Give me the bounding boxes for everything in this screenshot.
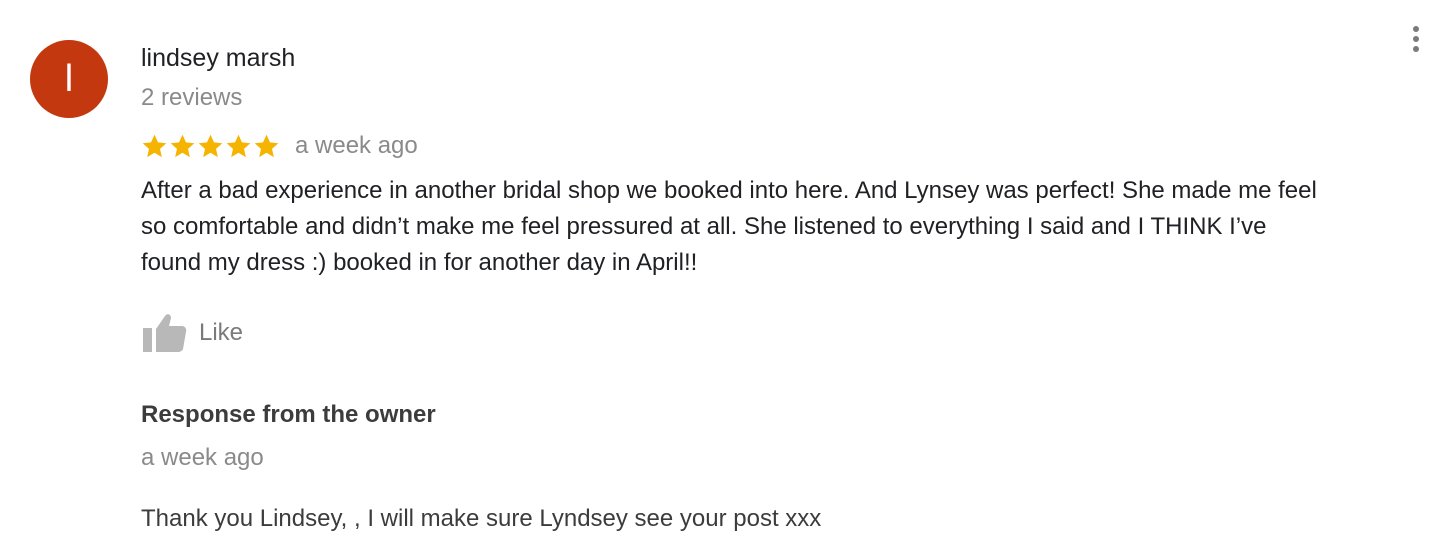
thumbs-up-icon [143, 314, 187, 352]
star-icon [198, 134, 223, 157]
star-rating [141, 133, 281, 160]
star-icon [254, 134, 279, 157]
star-icon [142, 134, 167, 157]
review-text: After a bad experience in another bridal… [141, 177, 1317, 276]
more-vert-icon[interactable] [1404, 26, 1428, 58]
like-label: Like [199, 319, 244, 346]
reviewer-name[interactable]: lindsey marsh [141, 44, 295, 73]
rating-row: a week ago [141, 128, 418, 164]
avatar[interactable]: l [30, 40, 108, 118]
star-icon [170, 134, 195, 157]
review-time: a week ago [295, 132, 418, 159]
like-button[interactable]: Like [141, 312, 243, 354]
star-icon [226, 134, 251, 157]
review-count: 2 reviews [141, 84, 243, 111]
owner-response-title: Response from the owner [141, 401, 436, 428]
owner-response-time: a week ago [141, 444, 264, 471]
owner-response-text: Thank you Lindsey, , I will make sure Ly… [141, 505, 822, 532]
review-card: l lindsey marsh 2 reviews a week ago Aft… [0, 0, 1446, 560]
